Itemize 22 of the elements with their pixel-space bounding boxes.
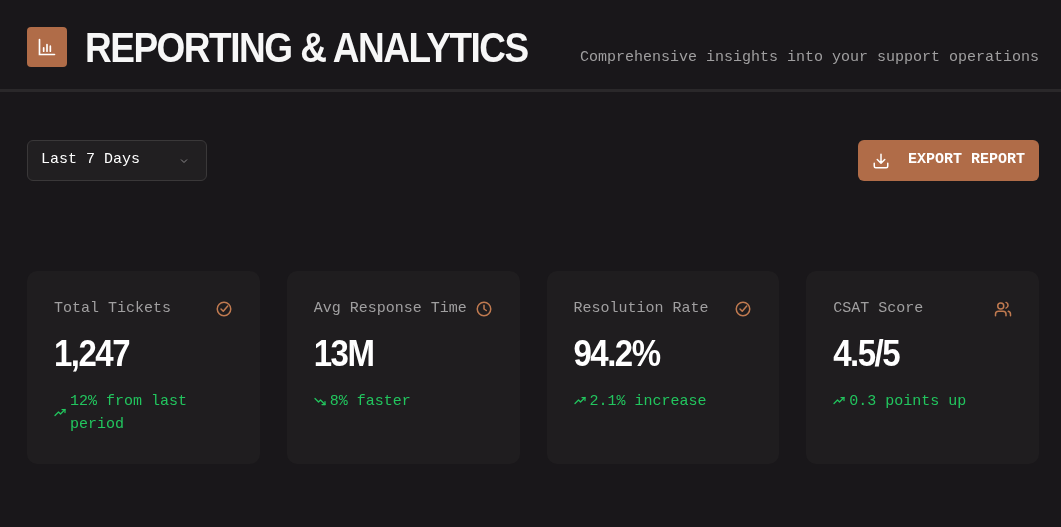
export-report-button[interactable]: EXPORT REPORT	[857, 140, 1039, 181]
stat-change: 0.3 points up	[849, 391, 967, 412]
stat-value: 4.5/5	[833, 334, 900, 372]
check-circle-icon	[734, 300, 753, 319]
stat-change: 8% faster	[329, 391, 411, 412]
stat-label: Total Tickets	[54, 299, 172, 319]
check-circle-icon	[214, 300, 233, 319]
stat-value: 13M	[313, 334, 374, 372]
stat-label: Resolution Rate	[573, 299, 709, 319]
date-range-dropdown[interactable]: Last 7 Days	[27, 140, 207, 181]
stat-change: 12% from last period	[70, 391, 189, 435]
stat-change: 2.1% increase	[589, 391, 707, 412]
clock-icon	[474, 300, 493, 319]
chart-logo-icon	[27, 27, 67, 67]
users-icon	[994, 300, 1012, 319]
stat-label: Avg Response Time	[313, 299, 467, 319]
download-icon	[871, 151, 890, 170]
page-title: REPORTING & ANALYTICS	[85, 25, 528, 69]
page-subtitle: Comprehensive insights into your support operations	[579, 47, 1039, 68]
stat-label: CSAT Score	[833, 299, 924, 319]
stat-value: 1,247	[54, 334, 130, 372]
stat-value: 94.2%	[573, 334, 660, 372]
